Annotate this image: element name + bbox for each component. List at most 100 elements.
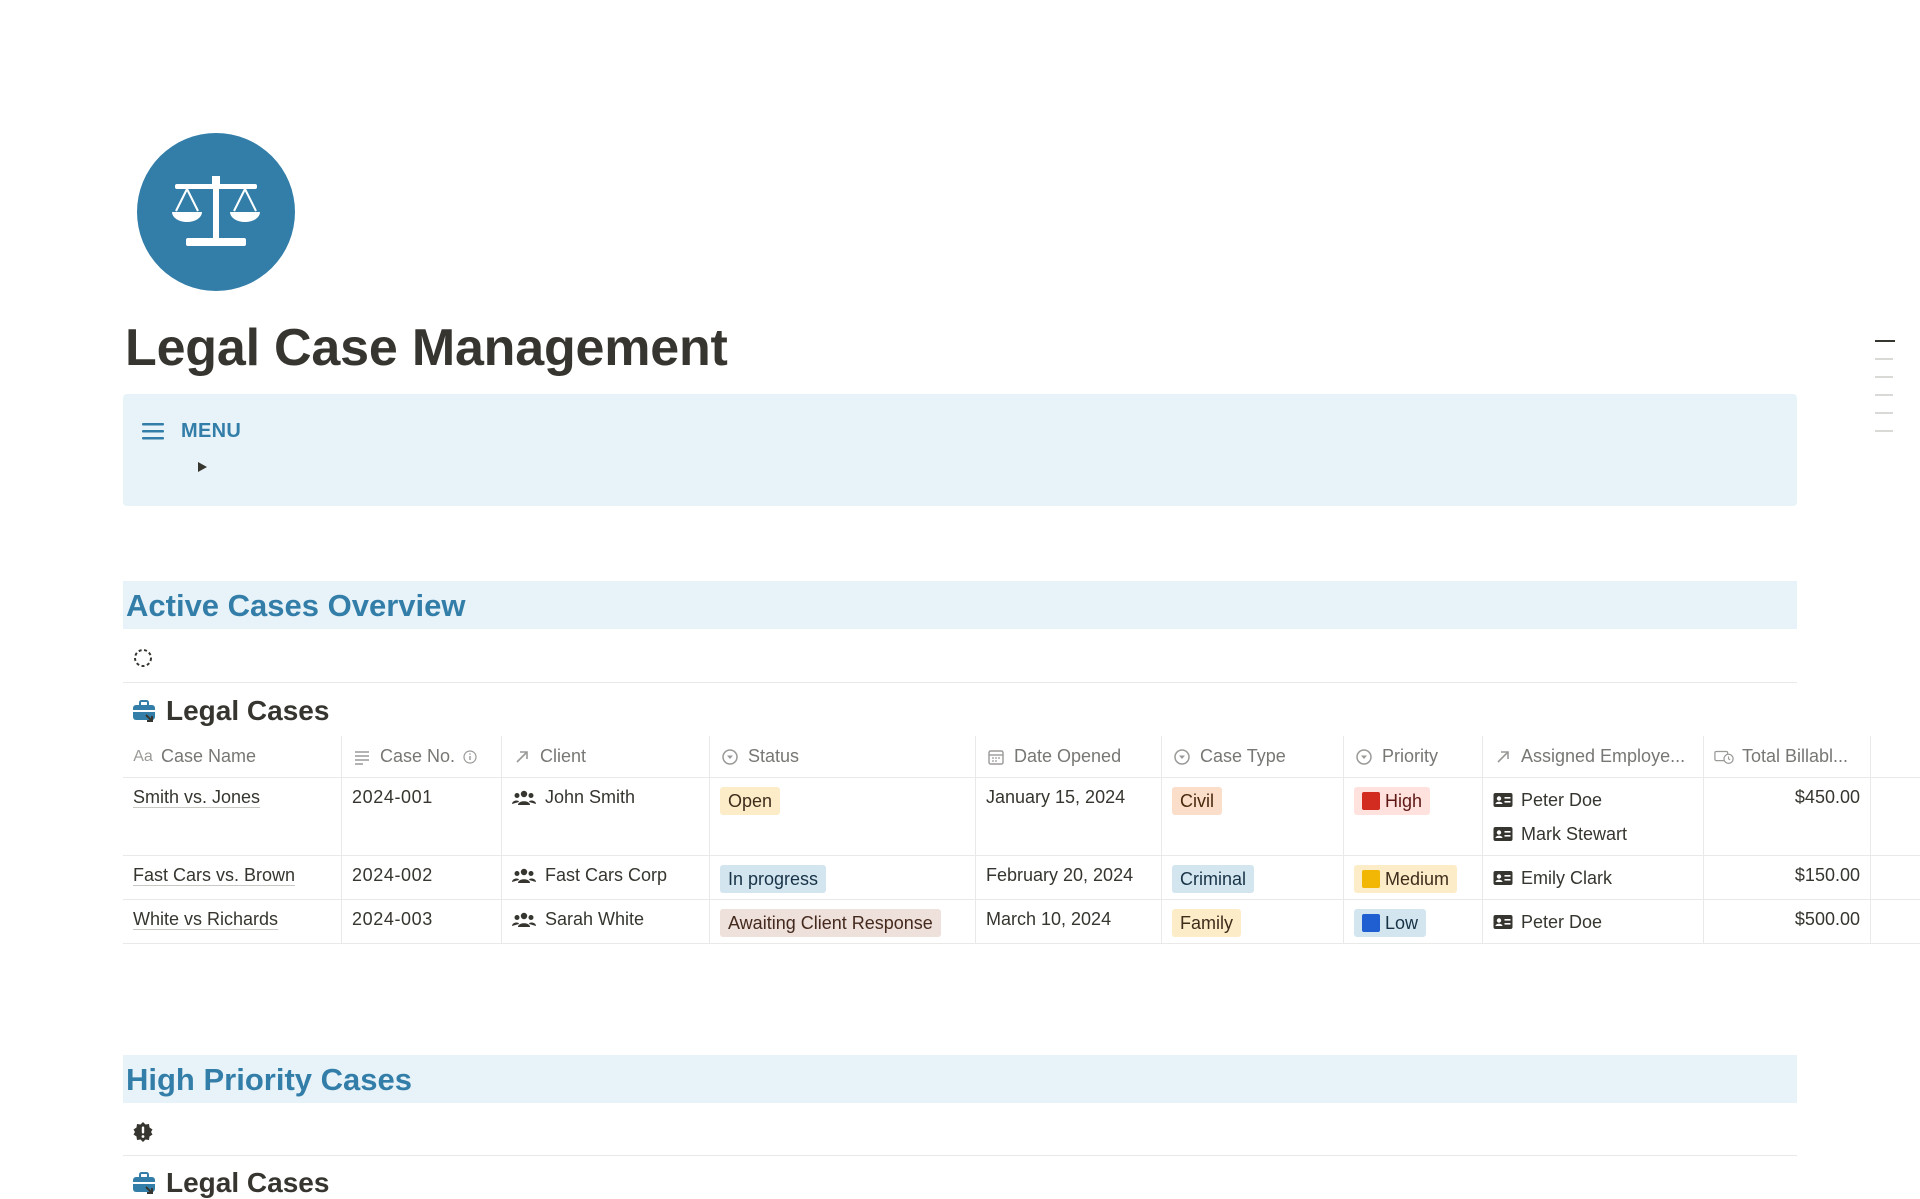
column-header-label: Case Type [1200,746,1286,766]
database-title[interactable]: Legal Cases [130,695,329,727]
blue-square-icon [1362,914,1380,932]
client-name: Fast Cars Corp [545,865,668,885]
dashed-circle-icon [134,649,152,667]
column-header-label: Priority [1382,746,1439,766]
column-header-case-type[interactable]: Case Type [1162,736,1344,777]
triangle-right-icon [198,462,207,472]
case-name-link[interactable]: Fast Cars vs. Brown [133,865,295,885]
divider [123,1155,1797,1156]
toc-item[interactable] [1875,358,1893,360]
employee-relation[interactable]: Peter Doe [1493,909,1693,935]
client-relation[interactable]: John Smith [512,787,699,808]
case-type-badge: Criminal [1172,865,1255,893]
database-title[interactable]: Legal Cases [130,1167,329,1199]
column-header-label: Assigned Employe... [1521,746,1686,766]
alert-badge-icon [133,1122,153,1142]
total-billable-cell[interactable]: $500.00 [1704,900,1871,943]
priority-badge: Medium [1354,865,1458,893]
column-header-client[interactable]: Client [502,736,710,777]
calendar-icon [988,749,1004,765]
briefcase-link-icon [133,700,155,722]
employee-relation[interactable]: Mark Stewart [1493,821,1693,847]
case-type-badge: Civil [1172,787,1222,815]
database-title-text: Legal Cases [166,695,330,726]
client-name: John Smith [545,787,636,807]
menu-label: MENU [181,420,242,442]
section-heading-text: Active Cases Overview [126,588,466,623]
employee-relation[interactable]: Emily Clark [1493,865,1693,891]
client-relation[interactable]: Fast Cars Corp [512,865,699,886]
column-header-label: Case Name [161,746,257,766]
table-header-row: Aa Case Name Case No. Client Status Date… [123,736,1920,778]
table-row[interactable]: Smith vs. Jones 2024-001 John Smith Open… [123,778,1920,856]
toc-item[interactable] [1875,340,1895,342]
select-icon [1356,748,1372,765]
client-relation[interactable]: Sarah White [512,909,699,930]
people-icon [512,912,536,927]
select-icon [1174,748,1190,765]
status-icon [722,748,738,765]
contact-card-icon [1493,827,1513,841]
red-square-icon [1362,792,1380,810]
column-header-more[interactable] [1871,736,1920,777]
toc-item[interactable] [1875,430,1893,432]
column-header-case-no[interactable]: Case No. [342,736,502,777]
column-header-total-billable[interactable]: Total Billabl... [1704,736,1871,777]
table-of-contents[interactable] [1875,340,1895,448]
people-icon [512,790,536,805]
menu-toggle-button[interactable] [191,456,213,478]
info-icon [463,749,477,764]
column-header-label: Client [540,746,587,766]
yellow-square-icon [1362,870,1380,888]
case-name-link[interactable]: White vs Richards [133,909,278,929]
date-opened-cell[interactable]: January 15, 2024 [976,778,1162,855]
toc-item[interactable] [1875,394,1893,396]
section-heading-active-cases: Active Cases Overview [123,581,1797,629]
table-row[interactable]: White vs Richards 2024-003 Sarah White A… [123,900,1920,944]
hamburger-menu-icon [142,423,164,440]
date-opened-cell[interactable]: March 10, 2024 [976,900,1162,943]
relation-arrow-icon [516,750,528,763]
divider [123,682,1797,683]
case-no-cell[interactable]: 2024-003 [342,900,502,943]
scales-of-justice-icon [172,176,260,246]
toc-item[interactable] [1875,376,1893,378]
database-title-text: Legal Cases [166,1167,330,1198]
toc-item[interactable] [1875,412,1893,414]
column-header-date-opened[interactable]: Date Opened [976,736,1162,777]
status-badge: In progress [720,865,827,893]
total-billable-cell[interactable]: $150.00 [1704,856,1871,899]
column-header-label: Status [748,746,800,766]
column-header-assigned-employees[interactable]: Assigned Employe... [1483,736,1704,777]
priority-badge: Low [1354,909,1427,937]
table-row[interactable]: Fast Cars vs. Brown 2024-002 Fast Cars C… [123,856,1920,900]
client-name: Sarah White [545,909,645,929]
case-no-cell[interactable]: 2024-002 [342,856,502,899]
case-name-link[interactable]: Smith vs. Jones [133,787,260,807]
column-header-label: Case No. [380,746,456,766]
case-no-cell[interactable]: 2024-001 [342,778,502,855]
employee-name: Peter Doe [1521,789,1603,810]
text-lines-icon [355,750,369,765]
employee-name: Mark Stewart [1521,823,1628,844]
column-header-status[interactable]: Status [710,736,976,777]
case-type-badge: Family [1172,909,1241,937]
section-heading-text: High Priority Cases [126,1062,412,1097]
relation-arrow-icon [1497,750,1509,763]
page-icon[interactable] [137,133,295,291]
column-header-case-name[interactable]: Aa Case Name [123,736,342,777]
rollup-icon [1714,750,1734,764]
legal-cases-table: Aa Case Name Case No. Client Status Date… [123,736,1920,944]
status-badge: Open [720,787,781,815]
contact-card-icon [1493,871,1513,885]
date-opened-cell[interactable]: February 20, 2024 [976,856,1162,899]
title-property-icon: Aa [133,747,153,765]
people-icon [512,868,536,883]
menu-callout: MENU [123,394,1797,506]
total-billable-cell[interactable]: $450.00 [1704,778,1871,855]
contact-card-icon [1493,915,1513,929]
page-title: Legal Case Management [125,319,728,377]
employee-relation[interactable]: Peter Doe [1493,787,1693,813]
column-header-label: Total Billabl... [1742,746,1849,766]
column-header-priority[interactable]: Priority [1344,736,1483,777]
